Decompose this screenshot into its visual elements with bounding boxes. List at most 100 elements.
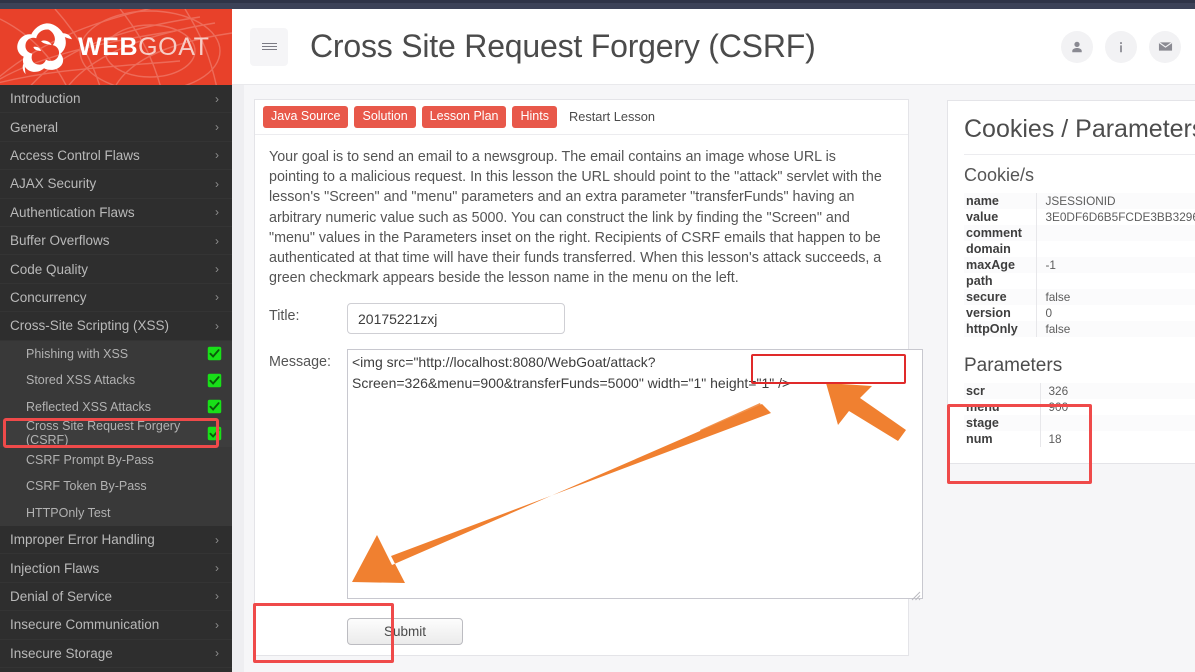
sidebar-sublesson-phishing-with-xss[interactable]: Phishing with XSS xyxy=(0,340,232,368)
sidebar-sublesson-httponly-test[interactable]: HTTPOnly Test xyxy=(0,499,232,527)
sidebar: WEBGOAT Introduction › General › Access Cont… xyxy=(0,9,232,672)
sidebar-item-label: Improper Error Handling xyxy=(10,532,155,548)
sidebar-nav-top: Introduction › General › Access Control Flaw… xyxy=(0,85,232,341)
sidebar-item-label: Authentication Flaws xyxy=(10,204,135,220)
chevron-right-icon: › xyxy=(215,318,219,333)
java-source-button[interactable]: Java Source xyxy=(263,106,349,128)
sidebar-item-malicious-execution[interactable]: Malicious Execution› xyxy=(0,667,232,672)
sidebar-nav-bottom: Improper Error Handling › Injection Flaws ›… xyxy=(0,526,232,672)
sidebar-sublesson-label: Cross Site Request Forgery (CSRF) xyxy=(26,419,181,448)
sidebar-item-code-quality[interactable]: Code Quality › xyxy=(0,255,232,284)
parameter-row: menu 900 xyxy=(964,399,1195,415)
user-icon[interactable] xyxy=(1061,30,1093,63)
sidebar-item-introduction[interactable]: Introduction › xyxy=(0,85,232,114)
cookie-row: value 3E0DF6D6B5FCDE3BB329614 xyxy=(964,209,1195,225)
completed-check-icon xyxy=(207,400,222,414)
sidebar-item-access-control-flaws[interactable]: Access Control Flaws › xyxy=(0,141,232,171)
restart-lesson-button[interactable]: Restart Lesson xyxy=(563,106,661,128)
sidebar-sublesson-csrf-prompt-by-pass[interactable]: CSRF Prompt By-Pass xyxy=(0,446,232,474)
sidebar-item-label: Code Quality xyxy=(10,261,89,277)
sidebar-item-injection-flaws[interactable]: Injection Flaws › xyxy=(0,554,232,583)
lesson-toolbar: Java Source Solution Lesson Plan Hints R… xyxy=(255,100,908,135)
sidebar-item-authentication-flaws[interactable]: Authentication Flaws › xyxy=(0,198,232,227)
sidebar-sublesson-csrf-token-by-pass[interactable]: CSRF Token By-Pass xyxy=(0,473,232,500)
chevron-right-icon: › xyxy=(215,532,219,547)
parameter-row-key: num xyxy=(966,432,993,446)
hamburger-icon[interactable] xyxy=(250,27,288,66)
page-header: Cross Site Request Forgery (CSRF) xyxy=(232,9,1195,85)
sidebar-item-denial-of-service[interactable]: Denial of Service › xyxy=(0,582,232,612)
cookie-row-value: -1 xyxy=(1036,257,1195,273)
sidebar-sublesson-reflected-xss-attacks[interactable]: Reflected XSS Attacks xyxy=(0,393,232,421)
sidebar-sublesson-stored-xss-attacks[interactable]: Stored XSS Attacks xyxy=(0,367,232,394)
sidebar-item-general[interactable]: General › xyxy=(0,113,232,142)
content-scroll-gutter[interactable] xyxy=(232,85,244,672)
sidebar-item-label: Injection Flaws xyxy=(10,560,100,576)
page-title: Cross Site Request Forgery (CSRF) xyxy=(310,28,816,64)
cookie-row: comment xyxy=(964,225,1195,241)
sidebar-sublesson-label: Reflected XSS Attacks xyxy=(26,399,152,414)
cookie-row-value: 0 xyxy=(1036,305,1195,321)
chevron-right-icon: › xyxy=(215,233,219,248)
submit-button[interactable]: Submit xyxy=(347,618,463,646)
sidebar-nav-sublist: Phishing with XSS Stored XSS Attacks Refle… xyxy=(0,340,232,527)
cookie-row-key: domain xyxy=(966,242,1011,256)
completed-check-icon xyxy=(207,373,222,388)
lesson-body: Your goal is to send an email to a newsg… xyxy=(255,135,923,655)
sidebar-item-label: Denial of Service xyxy=(10,588,113,604)
chevron-right-icon: › xyxy=(215,262,219,277)
sidebar-item-concurrency[interactable]: Concurrency › xyxy=(0,283,232,313)
sidebar-item-insecure-communication[interactable]: Insecure Communication › xyxy=(0,611,232,640)
cookie-row-value: false xyxy=(1036,289,1195,305)
lesson-plan-button[interactable]: Lesson Plan xyxy=(421,106,507,128)
sidebar-item-label: AJAX Security xyxy=(10,176,97,192)
sidebar-item-label: Access Control Flaws xyxy=(10,147,140,163)
content-area: Java Source Solution Lesson Plan Hints R… xyxy=(232,85,1195,672)
sidebar-sublesson-label: HTTPOnly Test xyxy=(26,505,111,520)
chevron-right-icon: › xyxy=(215,91,219,106)
lesson-instructions: Your goal is to send an email to a newsg… xyxy=(269,149,882,287)
title-input[interactable] xyxy=(347,303,565,335)
cookie-row-value: 3E0DF6D6B5FCDE3BB329614 xyxy=(1036,209,1195,225)
sidebar-item-buffer-overflows[interactable]: Buffer Overflows › xyxy=(0,226,232,256)
cookies-table: nameJSESSIONIDvalue3E0DF6D6B5FCDE3BB3296… xyxy=(964,193,1195,337)
completed-check-icon xyxy=(207,347,222,361)
cookie-row-value xyxy=(1036,225,1195,241)
cookie-row: path xyxy=(964,273,1195,289)
message-textarea[interactable]: <img src="http://localhost:8080/WebGoat/… xyxy=(347,349,923,600)
hints-button[interactable]: Hints xyxy=(512,106,557,128)
mail-icon[interactable] xyxy=(1149,30,1181,63)
sidebar-item-insecure-storage[interactable]: Insecure Storage › xyxy=(0,639,232,668)
goat-head-icon xyxy=(17,23,72,75)
sidebar-item-label: Introduction xyxy=(10,91,81,107)
chevron-right-icon: › xyxy=(215,290,219,305)
sidebar-item-improper-error-handling[interactable]: Improper Error Handling › xyxy=(0,526,232,555)
chevron-right-icon: › xyxy=(215,617,219,632)
brand-goat-text: GOAT xyxy=(138,32,210,61)
message-field-row: Message: <img src="http://localhost:8080… xyxy=(269,349,923,604)
parameter-row-key: stage xyxy=(964,415,1040,431)
submit-row: Submit xyxy=(269,618,896,646)
sidebar-item-label: General xyxy=(10,119,59,135)
parameter-row-value xyxy=(1039,415,1195,431)
cookie-row-value xyxy=(1036,273,1195,289)
chevron-right-icon: › xyxy=(215,561,219,576)
sidebar-item-label: Cross-Site Scripting (XSS) xyxy=(10,318,170,334)
parameter-row: stage xyxy=(964,415,1195,431)
brand-header: WEBGOAT xyxy=(0,9,232,85)
sidebar-item-label: Concurrency xyxy=(10,289,87,305)
sidebar-item-label: Buffer Overflows xyxy=(10,233,110,249)
cookie-row-key: httpOnly xyxy=(964,321,1037,337)
sidebar-sublesson-label: Phishing with XSS xyxy=(26,346,129,361)
top-strip xyxy=(0,0,1195,9)
solution-button[interactable]: Solution xyxy=(354,106,416,128)
cookie-row: httpOnly false xyxy=(964,321,1195,337)
info-icon[interactable] xyxy=(1105,30,1137,63)
sidebar-sublesson-cross-site-request-forgery-csrf[interactable]: Cross Site Request Forgery (CSRF) xyxy=(0,419,232,448)
cookie-row-key: maxAge xyxy=(964,257,1037,273)
sidebar-item-cross-site-scripting-xss[interactable]: Cross-Site Scripting (XSS) › xyxy=(0,312,232,341)
parameter-row-key: menu xyxy=(966,400,1000,414)
parameter-row-value: 900 xyxy=(1039,399,1195,415)
sidebar-item-ajax-security[interactable]: AJAX Security › xyxy=(0,170,232,199)
cookie-row-key: name xyxy=(964,193,1037,209)
